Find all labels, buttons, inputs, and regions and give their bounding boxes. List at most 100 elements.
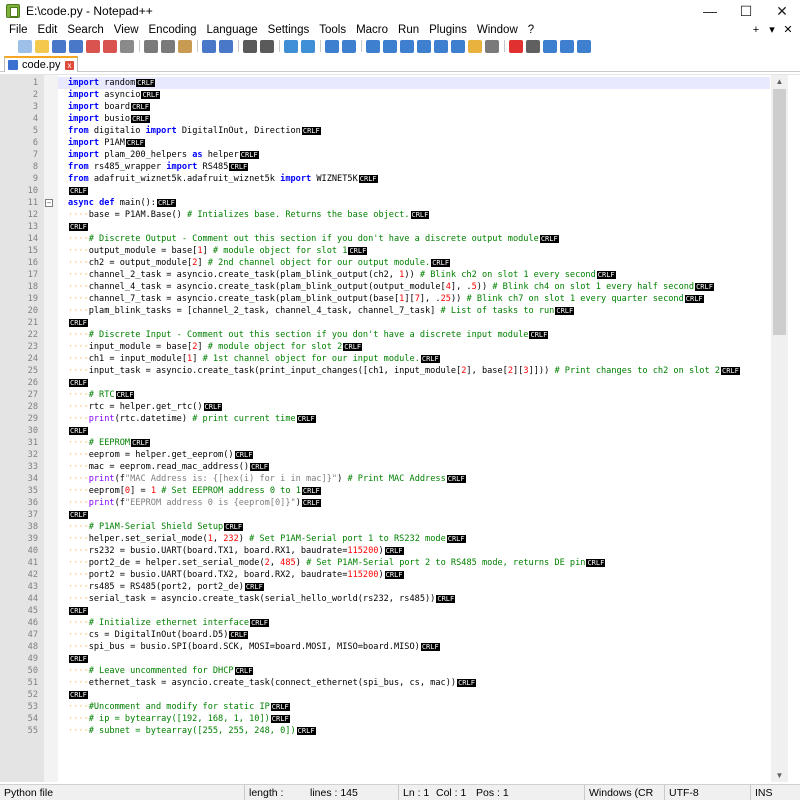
tab-code-py[interactable]: code.py x (4, 56, 78, 72)
code-line[interactable]: 12 ····base = P1AM.Base() # Intializes ba… (28, 209, 770, 221)
fold-margin[interactable] (44, 75, 58, 782)
scroll-down-arrow-icon[interactable]: ▼ (771, 769, 788, 782)
save-macro-icon[interactable] (577, 39, 591, 53)
code-line[interactable]: 39 ····helper.set_serial_mode(1, 232) # S… (28, 533, 770, 545)
menu-search[interactable]: Search (62, 22, 108, 38)
code-line[interactable]: 4 import busio CRLF (33, 113, 770, 125)
code-line[interactable]: 35 ····eeprom[0] = 1 # Set EEPROM address… (28, 485, 770, 497)
code-line[interactable]: 29 ····print(rtc.datetime) # print curren… (28, 413, 770, 425)
code-line[interactable]: 36 ····print(f"EEPROM address 0 is {eepro… (28, 497, 770, 509)
record-macro-icon[interactable] (509, 39, 523, 53)
status-insert-mode[interactable]: INS (750, 785, 800, 800)
function-list-icon[interactable] (451, 39, 465, 53)
menu-file[interactable]: File (4, 22, 33, 38)
code-line[interactable]: 47 ····cs = DigitalInOut(board.D5) CRLF (28, 629, 770, 641)
save-all-icon[interactable] (69, 39, 83, 53)
code-line[interactable]: 41 ····port2_de = helper.set_serial_mode(… (28, 557, 770, 569)
menu-run[interactable]: Run (393, 22, 424, 38)
fold-collapse-icon[interactable]: − (45, 199, 53, 207)
sync-horizontal-icon[interactable] (342, 39, 356, 53)
menu-language[interactable]: Language (201, 22, 262, 38)
menu-encoding[interactable]: Encoding (144, 22, 202, 38)
stop-macro-icon[interactable] (526, 39, 540, 53)
code-line[interactable]: 17 ····channel_2_task = asyncio.create_ta… (28, 269, 770, 281)
code-line[interactable]: 6 import P1AM CRLF (33, 137, 770, 149)
code-line[interactable]: 24 ····ch1 = input_module[1] # 1st channe… (28, 353, 770, 365)
code-line[interactable]: 37 CRLF (28, 509, 770, 521)
code-line[interactable]: 48 ····spi_bus = busio.SPI(board.SCK, MOS… (28, 641, 770, 653)
code-line[interactable]: 53 ····#Uncomment and modify for static I… (28, 701, 770, 713)
scroll-up-arrow-icon[interactable]: ▲ (771, 75, 788, 89)
code-line[interactable]: 25 ····input_task = asyncio.create_task(p… (28, 365, 770, 377)
redo-icon[interactable] (219, 39, 233, 53)
code-line[interactable]: 30 CRLF (28, 425, 770, 437)
code-line[interactable]: 1 import random CRLF (33, 77, 770, 89)
close-all-icon[interactable] (103, 39, 117, 53)
code-line[interactable]: 2 import asyncio CRLF (33, 89, 770, 101)
code-line[interactable]: 34 ····print(f"MAC Address is: {[hex(i) f… (28, 473, 770, 485)
scrollbar-thumb[interactable] (773, 89, 786, 335)
code-line[interactable]: 46 ····# Initialize ethernet interface CRL… (28, 617, 770, 629)
paste-icon[interactable] (178, 39, 192, 53)
code-line[interactable]: 44 ····serial_task = asyncio.create_task(… (28, 593, 770, 605)
play-macro-icon[interactable] (543, 39, 557, 53)
code-line[interactable]: 13 CRLF (28, 221, 770, 233)
code-line[interactable]: 52 CRLF (28, 689, 770, 701)
run-macro-multiple-icon[interactable] (560, 39, 574, 53)
code-line[interactable]: 8 from rs485_wrapper import RS485 CRLF (33, 161, 770, 173)
code-line[interactable]: 26 CRLF (28, 377, 770, 389)
code-line[interactable]: 5 from digitalio import DigitalInOut, Dir… (33, 125, 770, 137)
indent-guide-icon[interactable] (400, 39, 414, 53)
code-line[interactable]: 27 ····# RTC CRLF (28, 389, 770, 401)
close-document-button[interactable]: ✕ (780, 22, 796, 38)
code-line[interactable]: 33 ····mac = eeprom.read_mac_address() CRL… (28, 461, 770, 473)
code-line[interactable]: 16 ····ch2 = output_module[2] # 2nd chann… (28, 257, 770, 269)
tab-close-icon[interactable]: x (65, 60, 74, 70)
code-line[interactable]: 10 CRLF (28, 185, 770, 197)
code-line[interactable]: 43 ····rs485 = RS485(port2, port2_de) CRLF (28, 581, 770, 593)
zoom-out-icon[interactable] (301, 39, 315, 53)
code-line[interactable]: 21 CRLF (28, 317, 770, 329)
code-line[interactable]: 14 ····# Discrete Output - Comment out th… (28, 233, 770, 245)
menu-plugins[interactable]: Plugins (424, 22, 472, 38)
code-line[interactable]: 7 import plam_200_helpers as helper CRLF (33, 149, 770, 161)
maximize-button[interactable]: ☐ (728, 0, 764, 22)
doc-map-icon[interactable] (434, 39, 448, 53)
show-all-chars-icon[interactable] (383, 39, 397, 53)
word-wrap-icon[interactable] (366, 39, 380, 53)
code-line[interactable]: 40 ····rs232 = busio.UART(board.TX1, boar… (28, 545, 770, 557)
zoom-in-icon[interactable] (284, 39, 298, 53)
code-line[interactable]: 9 from adafruit_wiznet5k.adafruit_wiznet5… (33, 173, 770, 185)
minimize-button[interactable]: — (692, 0, 728, 22)
code-line[interactable]: 45 CRLF (28, 605, 770, 617)
copy-icon[interactable] (161, 39, 175, 53)
monitoring-icon[interactable] (485, 39, 499, 53)
code-line[interactable]: 11− async def main(): CRLF (28, 197, 770, 209)
close-icon[interactable] (86, 39, 100, 53)
new-tab-button[interactable]: + (748, 22, 764, 38)
tab-list-dropdown-button[interactable]: ▾ (764, 22, 780, 38)
folder-workspace-icon[interactable] (468, 39, 482, 53)
code-line[interactable]: 31 ····# EEPROM CRLF (28, 437, 770, 449)
menu-tools[interactable]: Tools (314, 22, 351, 38)
menu-view[interactable]: View (109, 22, 144, 38)
code-line[interactable]: 22 ····# Discrete Input - Comment out thi… (28, 329, 770, 341)
code-line[interactable]: 3 import board CRLF (33, 101, 770, 113)
vertical-scrollbar[interactable]: ▲ ▼ (771, 75, 788, 782)
code-line[interactable]: 49 CRLF (28, 653, 770, 665)
cut-icon[interactable] (144, 39, 158, 53)
menu-settings[interactable]: Settings (263, 22, 315, 38)
status-eol[interactable]: Windows (CR LF) (584, 785, 664, 800)
open-file-icon[interactable] (35, 39, 49, 53)
save-icon[interactable] (52, 39, 66, 53)
code-line[interactable]: 38 ····# P1AM-Serial Shield Setup CRLF (28, 521, 770, 533)
menu-help[interactable]: ? (523, 22, 539, 38)
status-encoding[interactable]: UTF-8 (664, 785, 750, 800)
menu-edit[interactable]: Edit (33, 22, 63, 38)
menu-window[interactable]: Window (472, 22, 523, 38)
editor-area[interactable]: 1 import random CRLF 2 import asyncio CRLF 3 im… (0, 74, 800, 782)
replace-icon[interactable] (260, 39, 274, 53)
code-line[interactable]: 20 ····plam_blink_tasks = [channel_2_task… (28, 305, 770, 317)
udl-icon[interactable] (417, 39, 431, 53)
code-line[interactable]: 28 ····rtc = helper.get_rtc() CRLF (28, 401, 770, 413)
